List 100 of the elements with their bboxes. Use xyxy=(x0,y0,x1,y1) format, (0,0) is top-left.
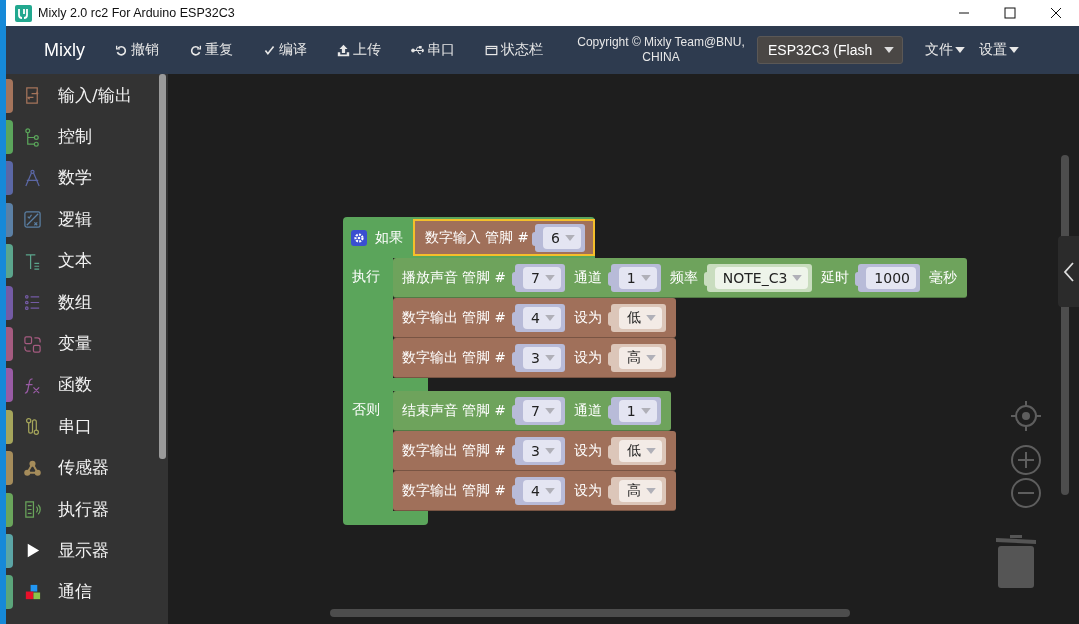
scrollbar[interactable] xyxy=(330,609,850,617)
caret-icon xyxy=(645,487,656,494)
toolbar-button[interactable]: 编译 xyxy=(263,41,307,59)
digital-write-block[interactable]: 数字输出 管脚 # 4 设为 低 xyxy=(393,298,676,338)
digital-write-block[interactable]: 数字输出 管脚 # 4 设为 高 xyxy=(393,471,676,511)
category-icon xyxy=(23,375,42,395)
dropdown[interactable]: NOTE_C3 xyxy=(706,263,813,292)
category-tab[interactable] xyxy=(6,78,13,113)
category-item[interactable]: 串口 xyxy=(58,415,92,438)
dropdown[interactable]: 高 xyxy=(610,476,666,505)
sound-block[interactable]: 播放声音 管脚 # 7 通道 1 频率 NOTE_C3 延时 1000 毫秒 xyxy=(393,258,967,298)
dropdown[interactable]: 3 xyxy=(514,343,565,372)
undo-icon xyxy=(115,43,128,57)
board-select[interactable]: ESP32C3 (Flash xyxy=(757,36,903,64)
category-tab[interactable] xyxy=(6,285,13,320)
toolbar-button[interactable]: 串口 xyxy=(411,41,455,59)
window-title: Mixly 2.0 rc2 For Arduino ESP32C3 xyxy=(38,6,235,20)
block-label: 数字输出 管脚 # xyxy=(402,441,506,460)
scrollbar-thumb[interactable] xyxy=(159,74,166,459)
caret-icon xyxy=(640,274,651,281)
block-label: 设为 xyxy=(573,348,602,367)
category-item[interactable]: 输入/输出 xyxy=(58,84,132,107)
caret-icon xyxy=(544,274,555,281)
caret-icon xyxy=(645,447,656,454)
caret-icon xyxy=(544,354,555,361)
dropdown[interactable]: 4 xyxy=(514,476,565,505)
block-label: 毫秒 xyxy=(928,268,957,287)
block-label: 通道 xyxy=(573,268,602,287)
block-label: 设为 xyxy=(573,308,602,327)
if-else-block[interactable]: 如果 数字输入 管脚 # 6 执行 播放声音 管脚 # 7 通道 1 频率 NOTE_C3 延时 1000 毫秒 数字输出 管脚 # 4 设为 低 数字输出 管脚 # 3 设为 高 否则 结束声音 管脚 # 7 通道 1 数字输出 管脚 # 3 设为 低 数字输出 管脚 # 4 设为 高 xyxy=(343,217,967,525)
category-item[interactable]: 数组 xyxy=(58,291,92,314)
dropdown[interactable]: 6 xyxy=(534,223,585,252)
category-item[interactable]: 传感器 xyxy=(58,457,109,480)
block-label: 数字输出 管脚 # xyxy=(402,308,506,327)
sound-block[interactable]: 结束声音 管脚 # 7 通道 1 xyxy=(393,391,671,431)
block-label: 如果 xyxy=(375,228,403,247)
chevron-left-icon xyxy=(1062,260,1075,283)
category-item[interactable]: 逻辑 xyxy=(58,208,92,231)
category-tab[interactable] xyxy=(6,451,13,486)
category-tab[interactable] xyxy=(6,327,13,362)
category-icon xyxy=(23,500,42,520)
category-item[interactable]: 数学 xyxy=(58,167,92,190)
category-tab[interactable] xyxy=(6,534,13,568)
menu-button[interactable]: 文件 xyxy=(925,41,965,59)
category-tab[interactable] xyxy=(6,161,13,196)
toolbar-button[interactable]: 撤销 xyxy=(115,41,159,59)
dropdown[interactable]: 1 xyxy=(610,396,661,425)
category-icon xyxy=(23,127,42,147)
category-tab[interactable] xyxy=(6,575,13,610)
zoom-in-icon[interactable] xyxy=(1010,444,1042,476)
category-item[interactable]: 函数 xyxy=(58,374,92,397)
category-item[interactable]: 文本 xyxy=(58,250,92,273)
category-icon xyxy=(23,293,42,313)
collapse-tab[interactable] xyxy=(1058,236,1079,307)
app-brand[interactable]: Mixly xyxy=(44,39,85,61)
dropdown[interactable]: 7 xyxy=(514,396,565,425)
dropdown[interactable]: 3 xyxy=(514,436,565,465)
category-icon xyxy=(23,458,42,478)
recenter-icon[interactable] xyxy=(1010,400,1042,432)
block-label: 频率 xyxy=(669,268,698,287)
caret-icon xyxy=(564,234,575,241)
category-item[interactable]: 通信 xyxy=(58,581,92,604)
category-item[interactable]: 执行器 xyxy=(58,498,109,521)
category-tab[interactable] xyxy=(6,120,13,155)
category-icon xyxy=(23,582,42,602)
number-field[interactable]: 1000 xyxy=(858,263,920,292)
menu-button[interactable]: 设置 xyxy=(979,41,1019,59)
trash-icon[interactable] xyxy=(994,532,1038,588)
category-item[interactable]: 显示器 xyxy=(58,540,109,562)
dropdown[interactable]: 低 xyxy=(610,436,666,465)
digital-read-block[interactable]: 数字输入 管脚 # 6 xyxy=(413,219,595,256)
check-icon xyxy=(263,43,276,57)
category-icon xyxy=(23,210,42,230)
category-tab[interactable] xyxy=(6,492,13,527)
caret-icon xyxy=(645,314,656,321)
dropdown[interactable]: 低 xyxy=(610,303,666,332)
zoom-out-icon[interactable] xyxy=(1010,477,1042,509)
caret-icon xyxy=(544,447,555,454)
block-label: 设为 xyxy=(573,441,602,460)
toolbar-button[interactable]: 重复 xyxy=(189,41,233,59)
block-label: 执行 xyxy=(352,268,380,284)
block-label: 延时 xyxy=(821,268,850,287)
category-tab[interactable] xyxy=(6,244,13,279)
digital-write-block[interactable]: 数字输出 管脚 # 3 设为 低 xyxy=(393,431,676,471)
caret-icon xyxy=(645,354,656,361)
category-tab[interactable] xyxy=(6,202,13,237)
category-item[interactable]: 变量 xyxy=(58,333,92,356)
digital-write-block[interactable]: 数字输出 管脚 # 3 设为 高 xyxy=(393,338,676,378)
toolbar-button[interactable]: 上传 xyxy=(337,41,381,59)
category-tab[interactable] xyxy=(6,409,13,444)
category-item[interactable]: 控制 xyxy=(58,126,92,149)
toolbar-button[interactable]: 状态栏 xyxy=(485,41,543,59)
gear-icon[interactable] xyxy=(351,229,367,246)
copyright-text: Copyright © Mixly Team@BNU, CHINA xyxy=(576,35,746,65)
category-tab[interactable] xyxy=(6,368,13,403)
dropdown[interactable]: 高 xyxy=(610,343,666,372)
dropdown[interactable]: 7 xyxy=(514,263,565,292)
caret-icon xyxy=(640,407,651,414)
dropdown[interactable]: 4 xyxy=(514,303,565,332)
dropdown[interactable]: 1 xyxy=(610,263,661,292)
